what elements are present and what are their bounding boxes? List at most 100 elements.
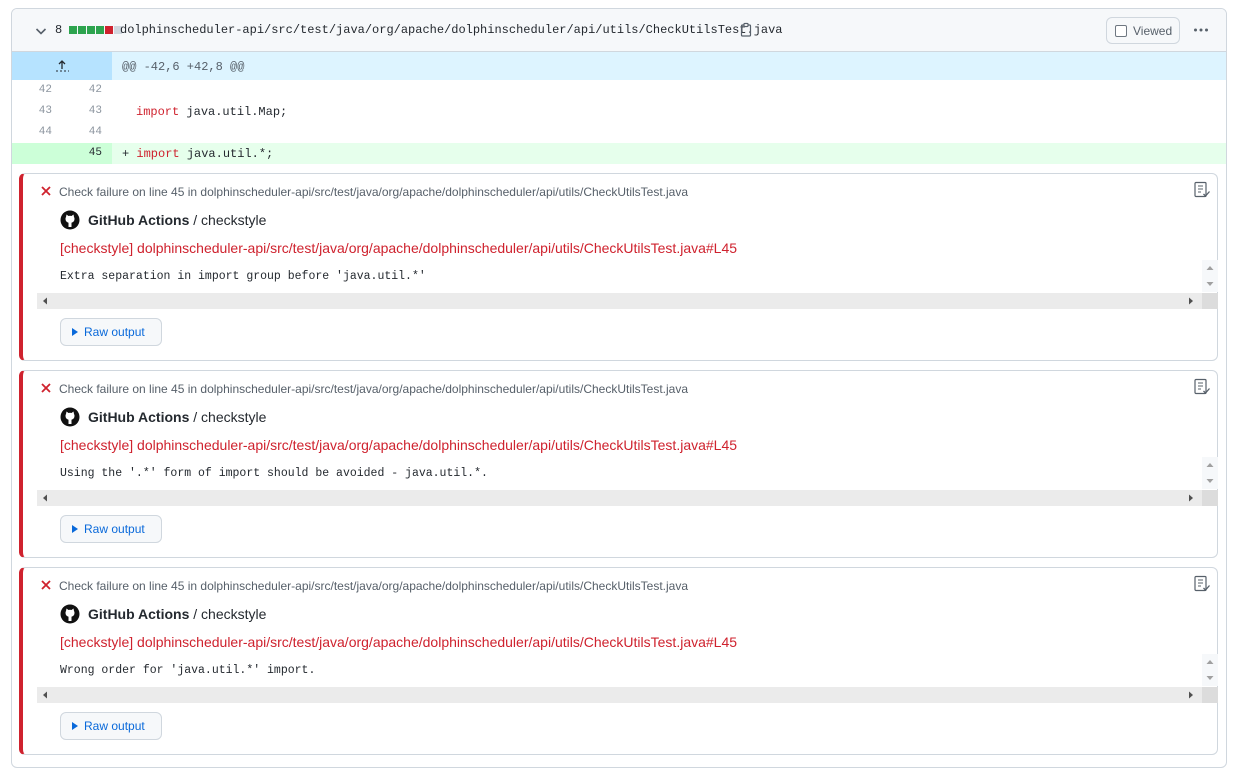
- diffstat-block: [105, 26, 113, 34]
- annotation-file-link[interactable]: [checkstyle] dolphinscheduler-api/src/te…: [60, 634, 737, 650]
- scroll-up-arrow-icon[interactable]: [1206, 658, 1214, 666]
- github-logo-icon: [60, 210, 80, 230]
- code-line: 43 43 import java.util.Map;: [12, 101, 1226, 122]
- diffstat-bar: [69, 26, 122, 34]
- code-keyword: import: [136, 147, 180, 161]
- vertical-scrollbar[interactable]: [1202, 654, 1218, 686]
- x-failure-icon: [41, 580, 51, 590]
- app-name: GitHub Actions: [88, 409, 190, 425]
- diff-change-count: 8: [55, 23, 63, 37]
- x-failure-icon: [41, 186, 51, 196]
- scrollbar-corner: [1202, 490, 1218, 506]
- github-logo-icon: [60, 407, 80, 427]
- raw-output-label: Raw output: [84, 522, 145, 536]
- scroll-left-arrow-icon[interactable]: [41, 297, 49, 305]
- diffstat-block: [96, 26, 104, 34]
- annotation-title: Check failure on line 45 in dolphinsched…: [59, 185, 689, 199]
- copy-path-icon[interactable]: [738, 22, 754, 38]
- triangle-right-icon: [72, 525, 78, 533]
- annotation-file-link[interactable]: [checkstyle] dolphinscheduler-api/src/te…: [60, 240, 737, 256]
- file-path-link[interactable]: dolphinscheduler-api/src/test/java/org/a…: [120, 23, 783, 37]
- check-annotation: Check failure on line 45 in dolphinsched…: [19, 370, 1218, 558]
- scroll-left-arrow-icon[interactable]: [41, 691, 49, 699]
- vertical-scrollbar[interactable]: [1202, 457, 1218, 489]
- check-name: / checkstyle: [189, 606, 267, 622]
- scrollbar-corner: [1202, 293, 1218, 309]
- annotation-message: Using the '.*' form of import should be …: [60, 467, 488, 480]
- annotation-file-link[interactable]: [checkstyle] dolphinscheduler-api/src/te…: [60, 437, 737, 453]
- scroll-down-arrow-icon[interactable]: [1206, 674, 1214, 682]
- chevron-down-icon[interactable]: [33, 23, 49, 39]
- x-failure-icon: [41, 383, 51, 393]
- code-line: 42 42: [12, 80, 1226, 101]
- diffstat-block: [69, 26, 77, 34]
- old-line-number[interactable]: 44: [12, 126, 52, 138]
- feedback-icon[interactable]: [1193, 378, 1211, 396]
- expand-up-icon: [56, 60, 69, 72]
- new-line-number[interactable]: 42: [62, 84, 102, 96]
- file-header: 8 dolphinscheduler-api/src/test/java/org…: [12, 9, 1226, 52]
- expand-up-button[interactable]: [12, 52, 112, 80]
- code-line: 44 44: [12, 122, 1226, 143]
- feedback-icon[interactable]: [1193, 575, 1211, 593]
- raw-output-button[interactable]: Raw output: [60, 712, 162, 740]
- scrollbar-corner: [1202, 687, 1218, 703]
- raw-output-label: Raw output: [84, 325, 145, 339]
- app-name: GitHub Actions: [88, 212, 190, 228]
- triangle-right-icon: [72, 722, 78, 730]
- annotation-title: Check failure on line 45 in dolphinsched…: [59, 382, 689, 396]
- diffstat-block: [87, 26, 95, 34]
- scroll-right-arrow-icon[interactable]: [1187, 494, 1195, 502]
- diffstat-block: [78, 26, 86, 34]
- github-logo-icon: [60, 604, 80, 624]
- raw-output-button[interactable]: Raw output: [60, 515, 162, 543]
- horizontal-scrollbar[interactable]: [37, 293, 1218, 309]
- annotation-message-box: Extra separation in import group before …: [37, 260, 1218, 310]
- code-rest: java.util.*;: [179, 147, 274, 161]
- hunk-header-row: @@ -42,6 +42,8 @@: [12, 52, 1226, 80]
- scroll-right-arrow-icon[interactable]: [1187, 691, 1195, 699]
- annotation-source: GitHub Actions / checkstyle: [88, 606, 266, 622]
- code-text: + import java.util.*;: [122, 147, 273, 161]
- kebab-menu-icon[interactable]: [1192, 21, 1210, 39]
- annotation-message: Wrong order for 'java.util.*' import.: [60, 664, 316, 677]
- annotation-title: Check failure on line 45 in dolphinsched…: [59, 579, 689, 593]
- feedback-icon[interactable]: [1193, 181, 1211, 199]
- check-annotation: Check failure on line 45 in dolphinsched…: [19, 173, 1218, 361]
- vertical-scrollbar[interactable]: [1202, 260, 1218, 292]
- app-name: GitHub Actions: [88, 606, 190, 622]
- check-annotation: Check failure on line 45 in dolphinsched…: [19, 567, 1218, 755]
- old-line-number[interactable]: 42: [12, 84, 52, 96]
- horizontal-scrollbar[interactable]: [37, 687, 1218, 703]
- scroll-left-arrow-icon[interactable]: [41, 494, 49, 502]
- raw-output-button[interactable]: Raw output: [60, 318, 162, 346]
- scroll-right-arrow-icon[interactable]: [1187, 297, 1195, 305]
- checkbox-icon[interactable]: [1115, 24, 1127, 37]
- diff-sign: +: [122, 147, 137, 161]
- new-line-number[interactable]: 45: [62, 147, 102, 159]
- check-name: / checkstyle: [189, 409, 267, 425]
- annotation-message-box: Wrong order for 'java.util.*' import.: [37, 654, 1218, 704]
- scroll-down-arrow-icon[interactable]: [1206, 280, 1214, 288]
- scroll-up-arrow-icon[interactable]: [1206, 264, 1214, 272]
- viewed-label: Viewed: [1133, 23, 1173, 38]
- scroll-down-arrow-icon[interactable]: [1206, 477, 1214, 485]
- annotation-source: GitHub Actions / checkstyle: [88, 212, 266, 228]
- new-line-number[interactable]: 44: [62, 126, 102, 138]
- old-line-number[interactable]: 43: [12, 105, 52, 117]
- raw-output-label: Raw output: [84, 719, 145, 733]
- annotation-message: Extra separation in import group before …: [60, 270, 426, 283]
- annotation-message-box: Using the '.*' form of import should be …: [37, 457, 1218, 507]
- triangle-right-icon: [72, 328, 78, 336]
- code-text: import java.util.Map;: [136, 105, 287, 119]
- check-name: / checkstyle: [189, 212, 267, 228]
- code-line-added: 45 + import java.util.*;: [12, 143, 1226, 164]
- code-keyword: import: [136, 105, 180, 119]
- viewed-checkbox-button[interactable]: Viewed: [1106, 17, 1180, 44]
- hunk-header-text: @@ -42,6 +42,8 @@: [122, 60, 245, 74]
- new-line-number[interactable]: 43: [62, 105, 102, 117]
- code-rest: java.util.Map;: [179, 105, 288, 119]
- scroll-up-arrow-icon[interactable]: [1206, 461, 1214, 469]
- horizontal-scrollbar[interactable]: [37, 490, 1218, 506]
- annotation-source: GitHub Actions / checkstyle: [88, 409, 266, 425]
